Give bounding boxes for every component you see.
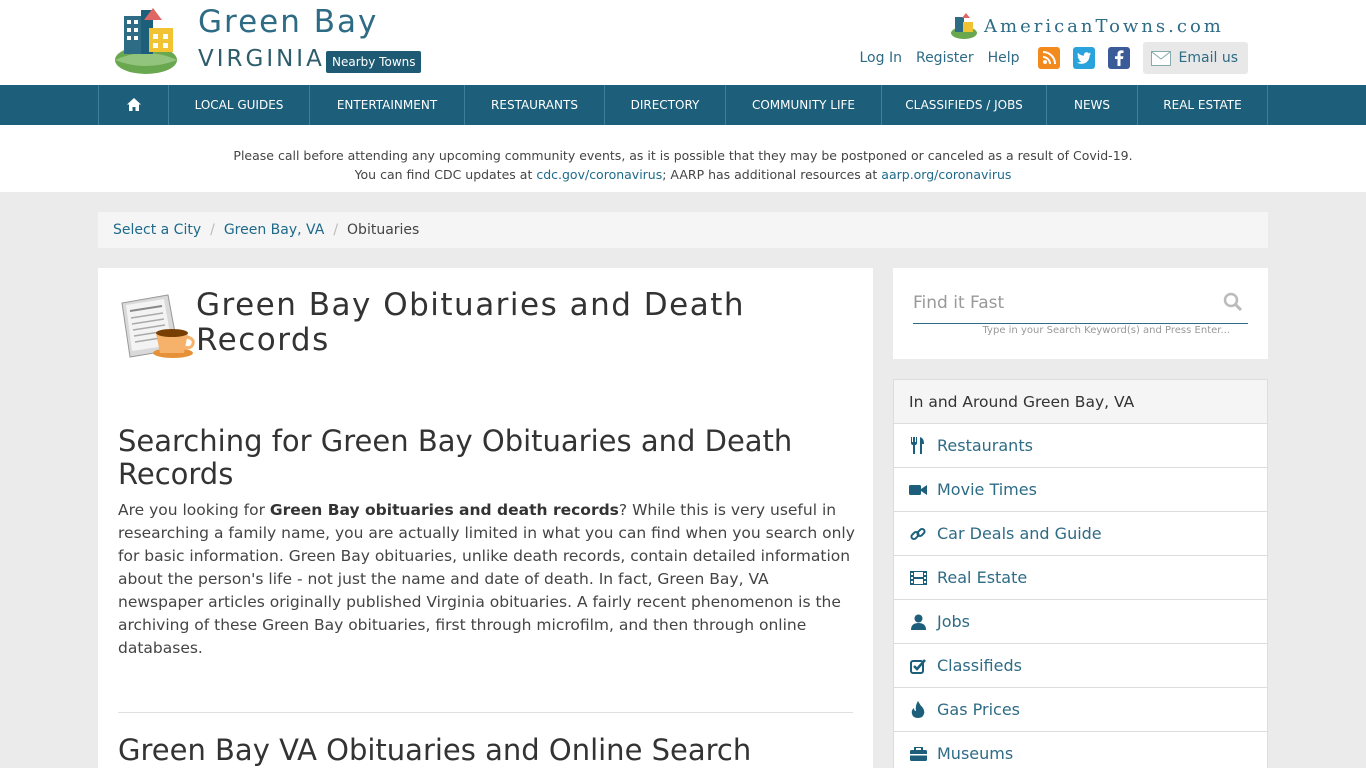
sidebar-item-classifieds[interactable]: Classifieds <box>894 644 1267 688</box>
section-title-searching: Searching for Green Bay Obituaries and D… <box>118 424 793 491</box>
sidebar-item-jobs[interactable]: Jobs <box>894 600 1267 644</box>
sidebar-item-real-estate[interactable]: Real Estate <box>894 556 1267 600</box>
sidebar-item-car-deals[interactable]: Car Deals and Guide <box>894 512 1267 556</box>
page-title: Green Bay Obituaries and Death Records <box>196 287 746 358</box>
sidebar-item-gas-prices[interactable]: Gas Prices <box>894 688 1267 732</box>
sidebar-item-restaurants[interactable]: Restaurants <box>894 424 1267 468</box>
search-icon[interactable] <box>1223 292 1243 312</box>
breadcrumb-separator: / <box>333 222 339 238</box>
around-town-panel: In and Around Green Bay, VA Restaurants … <box>893 379 1268 768</box>
nav-community-life[interactable]: COMMUNITY LIFE <box>725 85 881 125</box>
breadcrumb: Select a City / Green Bay, VA / Obituari… <box>98 212 1268 248</box>
nav-local-guides[interactable]: LOCAL GUIDES <box>168 85 309 125</box>
notice-text: ; AARP has additional resources at <box>662 167 882 182</box>
sidebar-item-movie-times[interactable]: Movie Times <box>894 468 1267 512</box>
sidebar-item-label: Classifieds <box>937 656 1022 675</box>
americantowns-logo[interactable]: AmericanTowns.com <box>950 12 1224 40</box>
home-icon <box>126 98 141 111</box>
top-links: Log In Register Help Email us <box>846 42 1248 74</box>
user-icon <box>909 613 927 631</box>
film-icon <box>909 569 927 587</box>
notice-text: You can find CDC updates at <box>354 167 537 182</box>
login-link[interactable]: Log In <box>860 50 902 66</box>
sidebar-item-label: Museums <box>937 744 1014 763</box>
twitter-icon[interactable] <box>1072 47 1095 69</box>
notice-line-2: You can find CDC updates at cdc.gov/coro… <box>0 165 1366 184</box>
fork-knife-icon <box>909 437 927 455</box>
breadcrumb-city[interactable]: Green Bay, VA <box>224 222 324 238</box>
search-hint: Type in your Search Keyword(s) and Press… <box>982 325 1231 336</box>
email-us-label: Email us <box>1178 50 1238 66</box>
sidebar-item-label: Real Estate <box>937 568 1028 587</box>
americantowns-logo-icon <box>951 13 977 39</box>
register-link[interactable]: Register <box>916 50 974 66</box>
search-input[interactable] <box>913 288 1213 318</box>
notice-line-1: Please call before attending any upcomin… <box>233 148 1133 163</box>
americantowns-wordmark: AmericanTowns.com <box>984 15 1224 37</box>
state-name: VIRGINIA <box>198 46 325 72</box>
nav-real-estate[interactable]: REAL ESTATE <box>1137 85 1268 125</box>
video-camera-icon <box>909 481 927 499</box>
facebook-icon[interactable] <box>1107 47 1130 69</box>
envelope-icon <box>1150 50 1171 66</box>
site-header: Green Bay VIRGINIA Nearby Towns American… <box>0 0 1366 85</box>
check-square-icon <box>909 657 927 675</box>
around-town-heading: In and Around Green Bay, VA <box>894 380 1267 424</box>
nav-entertainment[interactable]: ENTERTAINMENT <box>309 85 464 125</box>
nav-news[interactable]: NEWS <box>1046 85 1137 125</box>
nearby-towns-button[interactable]: Nearby Towns <box>326 51 422 73</box>
main-content: Green Bay Obituaries and Death Records S… <box>98 268 873 768</box>
fire-icon <box>909 701 927 719</box>
covid-notice: Please call before attending any upcomin… <box>0 125 1366 192</box>
nav-classifieds-jobs[interactable]: CLASSIFIEDS / JOBS <box>881 85 1046 125</box>
nav-directory[interactable]: DIRECTORY <box>604 85 725 125</box>
search-box: Type in your Search Keyword(s) and Press… <box>893 268 1268 359</box>
intro-text: Are you looking for <box>118 501 270 519</box>
main-nav: LOCAL GUIDES ENTERTAINMENT RESTAURANTS D… <box>0 85 1366 125</box>
cdc-link[interactable]: cdc.gov/coronavirus <box>536 167 662 182</box>
breadcrumb-current: Obituaries <box>347 222 420 238</box>
help-link[interactable]: Help <box>988 50 1020 66</box>
email-us-button[interactable]: Email us <box>1142 42 1248 74</box>
breadcrumb-select-city[interactable]: Select a City <box>113 222 201 238</box>
nav-home[interactable] <box>98 85 168 125</box>
sidebar-item-label: Gas Prices <box>937 700 1020 719</box>
briefcase-icon <box>909 745 927 763</box>
section-title-online-search: Green Bay VA Obituaries and Online Searc… <box>118 733 752 767</box>
link-icon <box>909 525 927 543</box>
sidebar-item-label: Car Deals and Guide <box>937 524 1102 543</box>
rss-icon[interactable] <box>1037 47 1060 69</box>
aarp-link[interactable]: aarp.org/coronavirus <box>881 167 1011 182</box>
intro-text: ? While this is very useful in researchi… <box>118 501 855 657</box>
town-name[interactable]: Green Bay <box>198 4 378 40</box>
town-logo-icon[interactable] <box>113 6 179 76</box>
sidebar-item-label: Restaurants <box>937 436 1033 455</box>
breadcrumb-separator: / <box>210 222 215 238</box>
section-divider <box>118 712 853 713</box>
newspaper-coffee-icon <box>121 294 195 358</box>
nav-restaurants[interactable]: RESTAURANTS <box>464 85 604 125</box>
search-field <box>913 288 1248 324</box>
sidebar-item-label: Movie Times <box>937 480 1037 499</box>
sidebar-item-museums[interactable]: Museums <box>894 732 1267 768</box>
intro-bold-text: Green Bay obituaries and death records <box>269 501 619 519</box>
intro-paragraph: Are you looking for Green Bay obituaries… <box>118 499 858 660</box>
sidebar-item-label: Jobs <box>937 612 970 631</box>
